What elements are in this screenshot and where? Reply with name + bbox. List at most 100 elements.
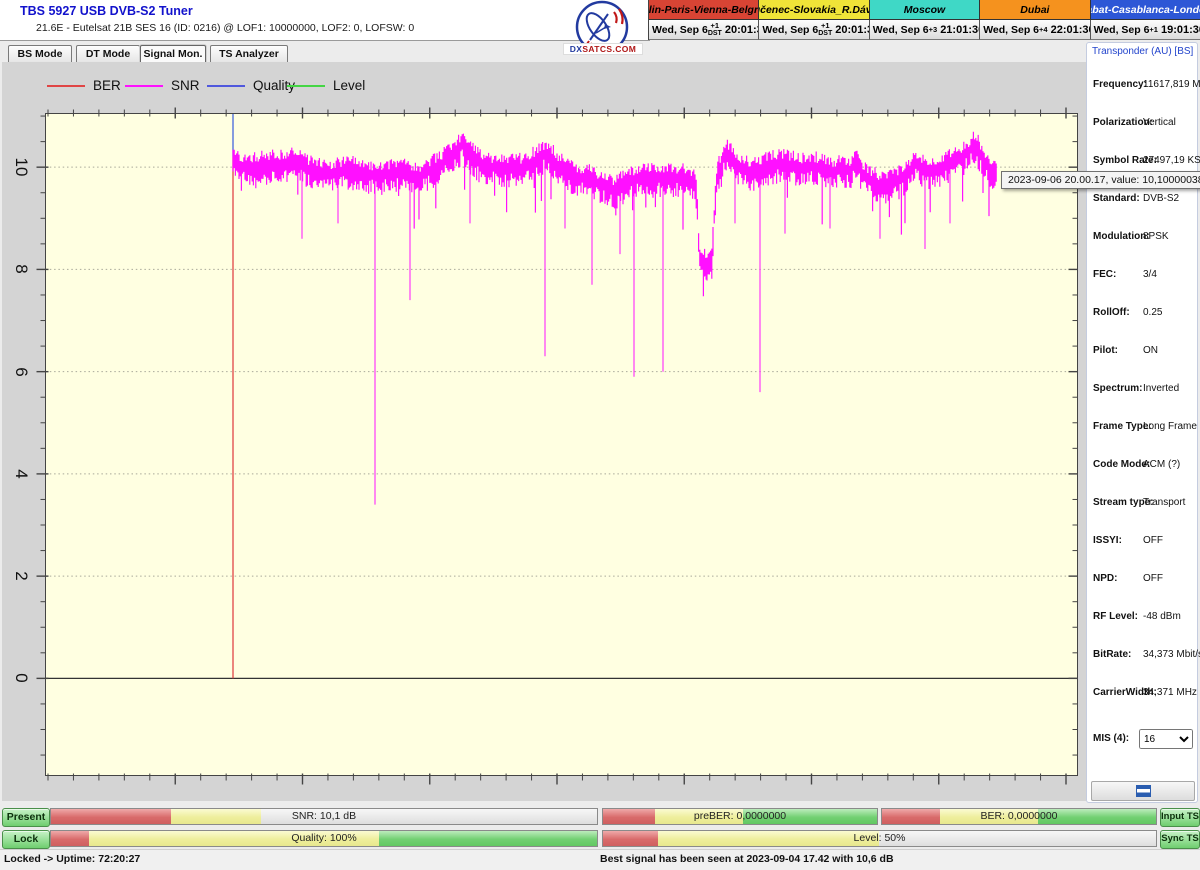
- legend-line-icon: [47, 85, 85, 87]
- logo-dx: DX: [570, 44, 583, 54]
- transponder-field-npd: NPD: OFF: [1087, 573, 1199, 587]
- field-label: Spectrum:: [1093, 383, 1142, 394]
- clock-city: Rabat-Casablanca-London: [1091, 0, 1200, 20]
- mis-row: MIS (4): 16: [1087, 733, 1199, 747]
- input-ts-button[interactable]: Input TS: [1160, 808, 1200, 827]
- signal-chart[interactable]: BER SNR Quality Level 0246810: [2, 62, 1086, 801]
- clock-hms: 21:01:30: [940, 24, 980, 36]
- clock-date: Wed, Sep 6: [762, 24, 818, 36]
- transponder-field-symbolrate: Symbol Rate: 27497,19 KS/s: [1087, 155, 1199, 169]
- bar-label: preBER: 0,0000000: [603, 810, 877, 822]
- clock-date: Wed, Sep 6: [652, 24, 708, 36]
- clock-city: Berlin-Paris-Vienna-Belgrade: [649, 0, 759, 20]
- transponder-panel-title: Transponder (AU) [BS]: [1092, 46, 1193, 57]
- clock-offset: +1DST: [708, 22, 722, 37]
- header-divider: [0, 40, 650, 41]
- clock-date: Wed, Sep 6: [873, 24, 929, 36]
- clock-city: Lučenec-Slovakia_R.Dávid: [759, 0, 869, 20]
- clock-offset: +1: [1149, 26, 1158, 34]
- transponder-field-bitrate: BitRate: 34,373 Mbit/s: [1087, 649, 1199, 663]
- transponder-field-rolloff: RollOff: 0.25: [1087, 307, 1199, 321]
- field-label: Modulation:: [1093, 231, 1150, 242]
- legend-item-level: Level: [287, 78, 365, 93]
- world-clocks: Berlin-Paris-Vienna-BelgradeLučenec-Slov…: [648, 0, 1200, 40]
- transponder-field-frametype: Frame Type: Long Frame: [1087, 421, 1199, 435]
- field-value: 11617,819 MHz: [1143, 79, 1200, 90]
- logo-rest: SATCS.COM: [582, 44, 636, 54]
- mis-select[interactable]: 16: [1139, 729, 1193, 749]
- field-label: Pilot:: [1093, 345, 1118, 356]
- mis-label: MIS (4):: [1093, 733, 1129, 744]
- clock-offset: +3: [929, 26, 938, 34]
- logo-caption: DXSATCS.COM: [563, 43, 643, 55]
- clock-city: Moscow: [870, 0, 980, 20]
- legend-item-snr: SNR: [125, 78, 200, 93]
- legend-line-icon: [125, 85, 163, 87]
- clock-hms: 20:01:30: [835, 24, 870, 36]
- quality-bar: Quality: 100%: [50, 830, 598, 847]
- transponder-field-carrierwidth: CarrierWidth: 34,371 MHz: [1087, 687, 1199, 701]
- snr-bar: SNR: 10,1 dB: [50, 808, 598, 825]
- app-window: TBS 5927 USB DVB-S2 Tuner 21.6E - Eutels…: [0, 0, 1200, 870]
- field-value: 3/4: [1143, 269, 1157, 280]
- field-label: Code Mode:: [1093, 459, 1150, 470]
- bar-label: BER: 0,0000000: [882, 810, 1156, 822]
- transponder-field-streamtype: Stream type: Transport: [1087, 497, 1199, 511]
- field-label: ISSYI:: [1093, 535, 1122, 546]
- clock-time: Wed, Sep 6 +1DST 20:01:30: [759, 20, 869, 40]
- field-label: BitRate:: [1093, 649, 1131, 660]
- satellite-subtitle: 21.6E - Eutelsat 21B SES 16 (ID: 0216) @…: [36, 22, 414, 34]
- field-value: DVB-S2: [1143, 193, 1179, 204]
- clock-hms: 19:01:30: [1161, 24, 1200, 36]
- y-tick-label: 0: [11, 661, 31, 695]
- legend-label: BER: [93, 78, 121, 93]
- signal-plot[interactable]: [2, 62, 1086, 801]
- present-button[interactable]: Present: [2, 808, 50, 827]
- preber-bar: preBER: 0,0000000: [602, 808, 878, 825]
- transponder-field-fec: FEC: 3/4: [1087, 269, 1199, 283]
- field-value: 8PSK: [1143, 231, 1169, 242]
- clock-hms: 22:01:30: [1051, 24, 1091, 36]
- best-signal-status: Best signal has been seen at 2023-09-04 …: [600, 853, 894, 865]
- field-value: Long Frame: [1143, 421, 1197, 432]
- y-tick-label: 4: [11, 457, 31, 491]
- clock-offset: +1DST: [818, 22, 832, 37]
- field-value: 34,371 MHz: [1143, 687, 1197, 698]
- field-value: Inverted: [1143, 383, 1179, 394]
- transponder-field-standard: Standard: DVB-S2: [1087, 193, 1199, 207]
- field-label: RollOff:: [1093, 307, 1130, 318]
- transponder-field-pilot: Pilot: ON: [1087, 345, 1199, 359]
- field-label: Standard:: [1093, 193, 1140, 204]
- bar-label: SNR: 10,1 dB: [51, 810, 597, 822]
- legend-label: Level: [333, 78, 365, 93]
- bar-label: Quality: 100%: [51, 832, 597, 844]
- transponder-field-modulation: Modulation: 8PSK: [1087, 231, 1199, 245]
- clock-date: Wed, Sep 6: [1094, 24, 1150, 36]
- y-tick-label: 10: [11, 150, 31, 184]
- legend-item-ber: BER: [47, 78, 121, 93]
- lock-uptime-status: Locked -> Uptime: 72:20:27: [4, 853, 140, 865]
- field-value: OFF: [1143, 535, 1163, 546]
- y-tick-label: 8: [11, 252, 31, 286]
- transponder-field-polarization: Polarization: Vertical: [1087, 117, 1199, 131]
- dxsatcs-logo: DXSATCS.COM: [556, 0, 648, 60]
- clock-time: Wed, Sep 6 +4 22:01:30: [980, 20, 1090, 40]
- y-tick-label: 6: [11, 355, 31, 389]
- ber-bar: BER: 0,0000000: [881, 808, 1157, 825]
- export-button[interactable]: [1091, 781, 1195, 801]
- legend-line-icon: [287, 85, 325, 87]
- field-label: NPD:: [1093, 573, 1117, 584]
- field-label: Frequency:: [1093, 79, 1147, 90]
- field-value: 0.25: [1143, 307, 1162, 318]
- field-value: 34,373 Mbit/s: [1143, 649, 1200, 660]
- field-value: 27497,19 KS/s: [1143, 155, 1200, 166]
- sync-ts-button[interactable]: Sync TS: [1160, 830, 1200, 849]
- chart-tooltip: 2023-09-06 20.00.17, value: 10,100000381…: [1001, 171, 1200, 189]
- clock-time: Wed, Sep 6 +3 21:01:30: [870, 20, 980, 40]
- transponder-field-issyi: ISSYI: OFF: [1087, 535, 1199, 549]
- bar-label: Level: 50%: [603, 832, 1156, 844]
- lock-button[interactable]: Lock: [2, 830, 50, 849]
- transponder-field-spectrum: Spectrum: Inverted: [1087, 383, 1199, 397]
- clock-offset: +4: [1039, 26, 1048, 34]
- legend-line-icon: [207, 85, 245, 87]
